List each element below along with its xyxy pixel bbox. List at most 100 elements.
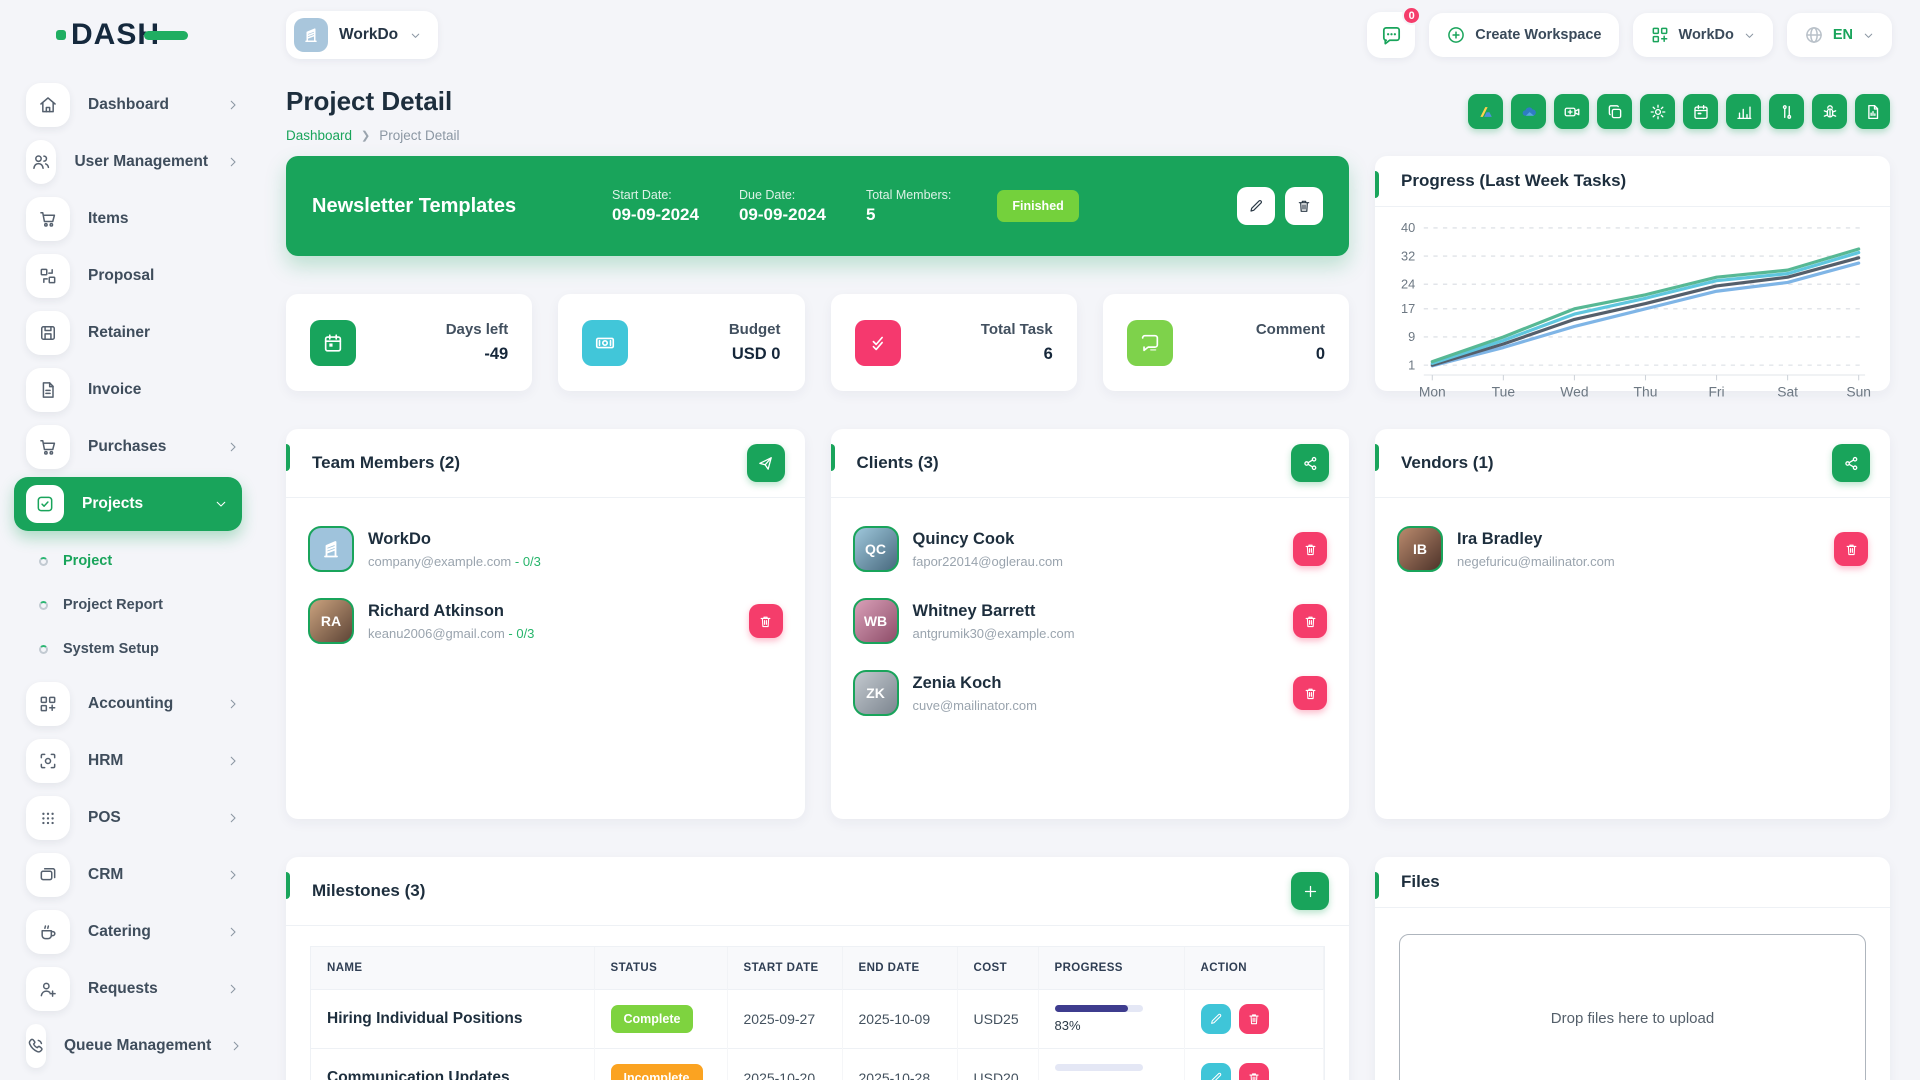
sidebar-item-requests[interactable]: Requests [26,960,258,1017]
sidebar-item-proposal[interactable]: Proposal [26,247,258,304]
x-axis-label: Thu [1634,383,1658,399]
coffee-icon [38,922,58,942]
onedrive-button[interactable] [1511,94,1546,129]
sidebar-item-user-management[interactable]: User Management [26,133,258,190]
bullet-icon [39,601,48,610]
file-report-button[interactable] [1855,94,1890,129]
sidebar-item-retainer[interactable]: Retainer [26,304,258,361]
bar-chart-icon [1735,103,1753,121]
milestone-start-date-cell: 2025-10-20 [727,1049,842,1080]
project-edit-button[interactable] [1237,187,1275,225]
proposal-icon [38,266,58,286]
remove-member-button[interactable] [749,604,783,638]
remove-client-button[interactable] [1293,532,1327,566]
share-vendors-button[interactable] [1832,444,1870,482]
bar-chart-button[interactable] [1726,94,1761,129]
copy-icon [1606,103,1624,121]
logo-dash-bar [144,31,188,40]
cart-icon [26,425,70,469]
bug-button[interactable] [1812,94,1847,129]
send-icon [757,455,774,472]
y-axis-tick: 9 [1408,329,1415,344]
calendar-button[interactable] [1683,94,1718,129]
brand-logo: DASH [0,18,258,52]
sidebar-item-projects[interactable]: Projects [14,477,242,531]
remove-vendor-button[interactable] [1834,532,1868,566]
milestone-status-badge: Complete [611,1005,694,1033]
sidebar-item-pos[interactable]: POS [26,789,258,846]
users-icon [31,152,51,172]
language-selector[interactable]: EN [1787,13,1892,57]
sidebar-item-catering[interactable]: Catering [26,903,258,960]
create-workspace-label: Create Workspace [1475,27,1601,43]
chevron-right-icon [226,155,240,169]
gear-icon [1649,103,1667,121]
member-name: Zenia Koch [913,674,1037,693]
remove-client-button[interactable] [1293,676,1327,710]
gdrive-button[interactable] [1468,94,1503,129]
sidebar-item-purchases[interactable]: Purchases [26,418,258,475]
edit-milestone-button[interactable] [1201,1063,1231,1080]
sidebar-subitem-project-report[interactable]: Project Report [39,583,258,627]
gear-button[interactable] [1640,94,1675,129]
file-dropzone[interactable]: Drop files here to upload [1399,934,1866,1080]
messages-button[interactable]: 0 [1367,12,1415,58]
delete-milestone-button[interactable] [1239,1063,1269,1080]
sidebar-item-queue-management[interactable]: Queue Management [26,1017,258,1074]
video-plus-icon [1563,103,1581,121]
pencil-icon [1209,1071,1223,1080]
add-milestone-button[interactable] [1291,872,1329,910]
member-name: Richard Atkinson [368,602,534,621]
project-banner: Newsletter Templates Start Date: 09-09-2… [286,156,1349,256]
sidebar-item-items[interactable]: Items [26,190,258,247]
milestone-end-date-cell: 2025-10-09 [842,990,957,1049]
client-list-item: WBWhitney Barrettantgrumik30@example.com [853,598,1328,644]
sidebar-item-label: Catering [88,923,208,941]
sidebar-item-accounting[interactable]: Accounting [26,675,258,732]
workspace-pill[interactable]: WorkDo [286,11,438,59]
grid-plus-icon [38,694,58,714]
bullet-icon [39,557,48,566]
retainer-icon [38,323,58,343]
copy-button[interactable] [1597,94,1632,129]
grid-plus-icon [1650,25,1670,45]
stat-value: -49 [356,345,508,364]
timeline-button[interactable] [1769,94,1804,129]
sidebar-item-invoice[interactable]: Invoice [26,361,258,418]
member-name: Whitney Barrett [913,602,1075,621]
invoice-icon [38,380,58,400]
team-members-title: Team Members (2) [306,453,460,473]
column-header: PROGRESS [1038,947,1184,990]
sidebar-subitem-label: System Setup [63,641,159,657]
chevron-down-icon [409,29,422,42]
sidebar-item-dashboard[interactable]: Dashboard [26,76,258,133]
workspace-switcher[interactable]: WorkDo [1633,13,1773,57]
building-icon [319,537,343,561]
video-plus-button[interactable] [1554,94,1589,129]
sidebar-subitem-system-setup[interactable]: System Setup [39,627,258,671]
chevron-right-icon [226,925,240,939]
create-workspace-button[interactable]: Create Workspace [1429,13,1618,57]
stat-text: Days left-49 [356,321,508,364]
milestone-name-cell: Communication Updates [311,1049,594,1080]
project-delete-button[interactable] [1285,187,1323,225]
invite-member-button[interactable] [747,444,785,482]
edit-milestone-button[interactable] [1201,1004,1231,1034]
pencil-icon [1209,1012,1223,1026]
retainer-icon [26,311,70,355]
calendar-day-icon [322,332,344,354]
member-info: Richard Atkinsonkeanu2006@gmail.com - 0/… [368,602,534,641]
sidebar-item-crm[interactable]: CRM [26,846,258,903]
sidebar-item-hrm[interactable]: HRM [26,732,258,789]
y-axis-tick: 17 [1401,301,1415,316]
remove-client-button[interactable] [1293,604,1327,638]
total-members-block: Total Members: 5 [866,188,951,225]
sidebar-subitem-project[interactable]: Project [39,539,258,583]
progress-bar-track [1055,1064,1143,1071]
delete-milestone-button[interactable] [1239,1004,1269,1034]
share-clients-button[interactable] [1291,444,1329,482]
breadcrumb-dashboard-link[interactable]: Dashboard [286,128,352,143]
progress-chart: 1917243240MonTueWedThuFriSatSun [1379,213,1880,403]
member-email: negefuricu@mailinator.com [1457,554,1615,569]
user-plus-icon [26,967,70,1011]
